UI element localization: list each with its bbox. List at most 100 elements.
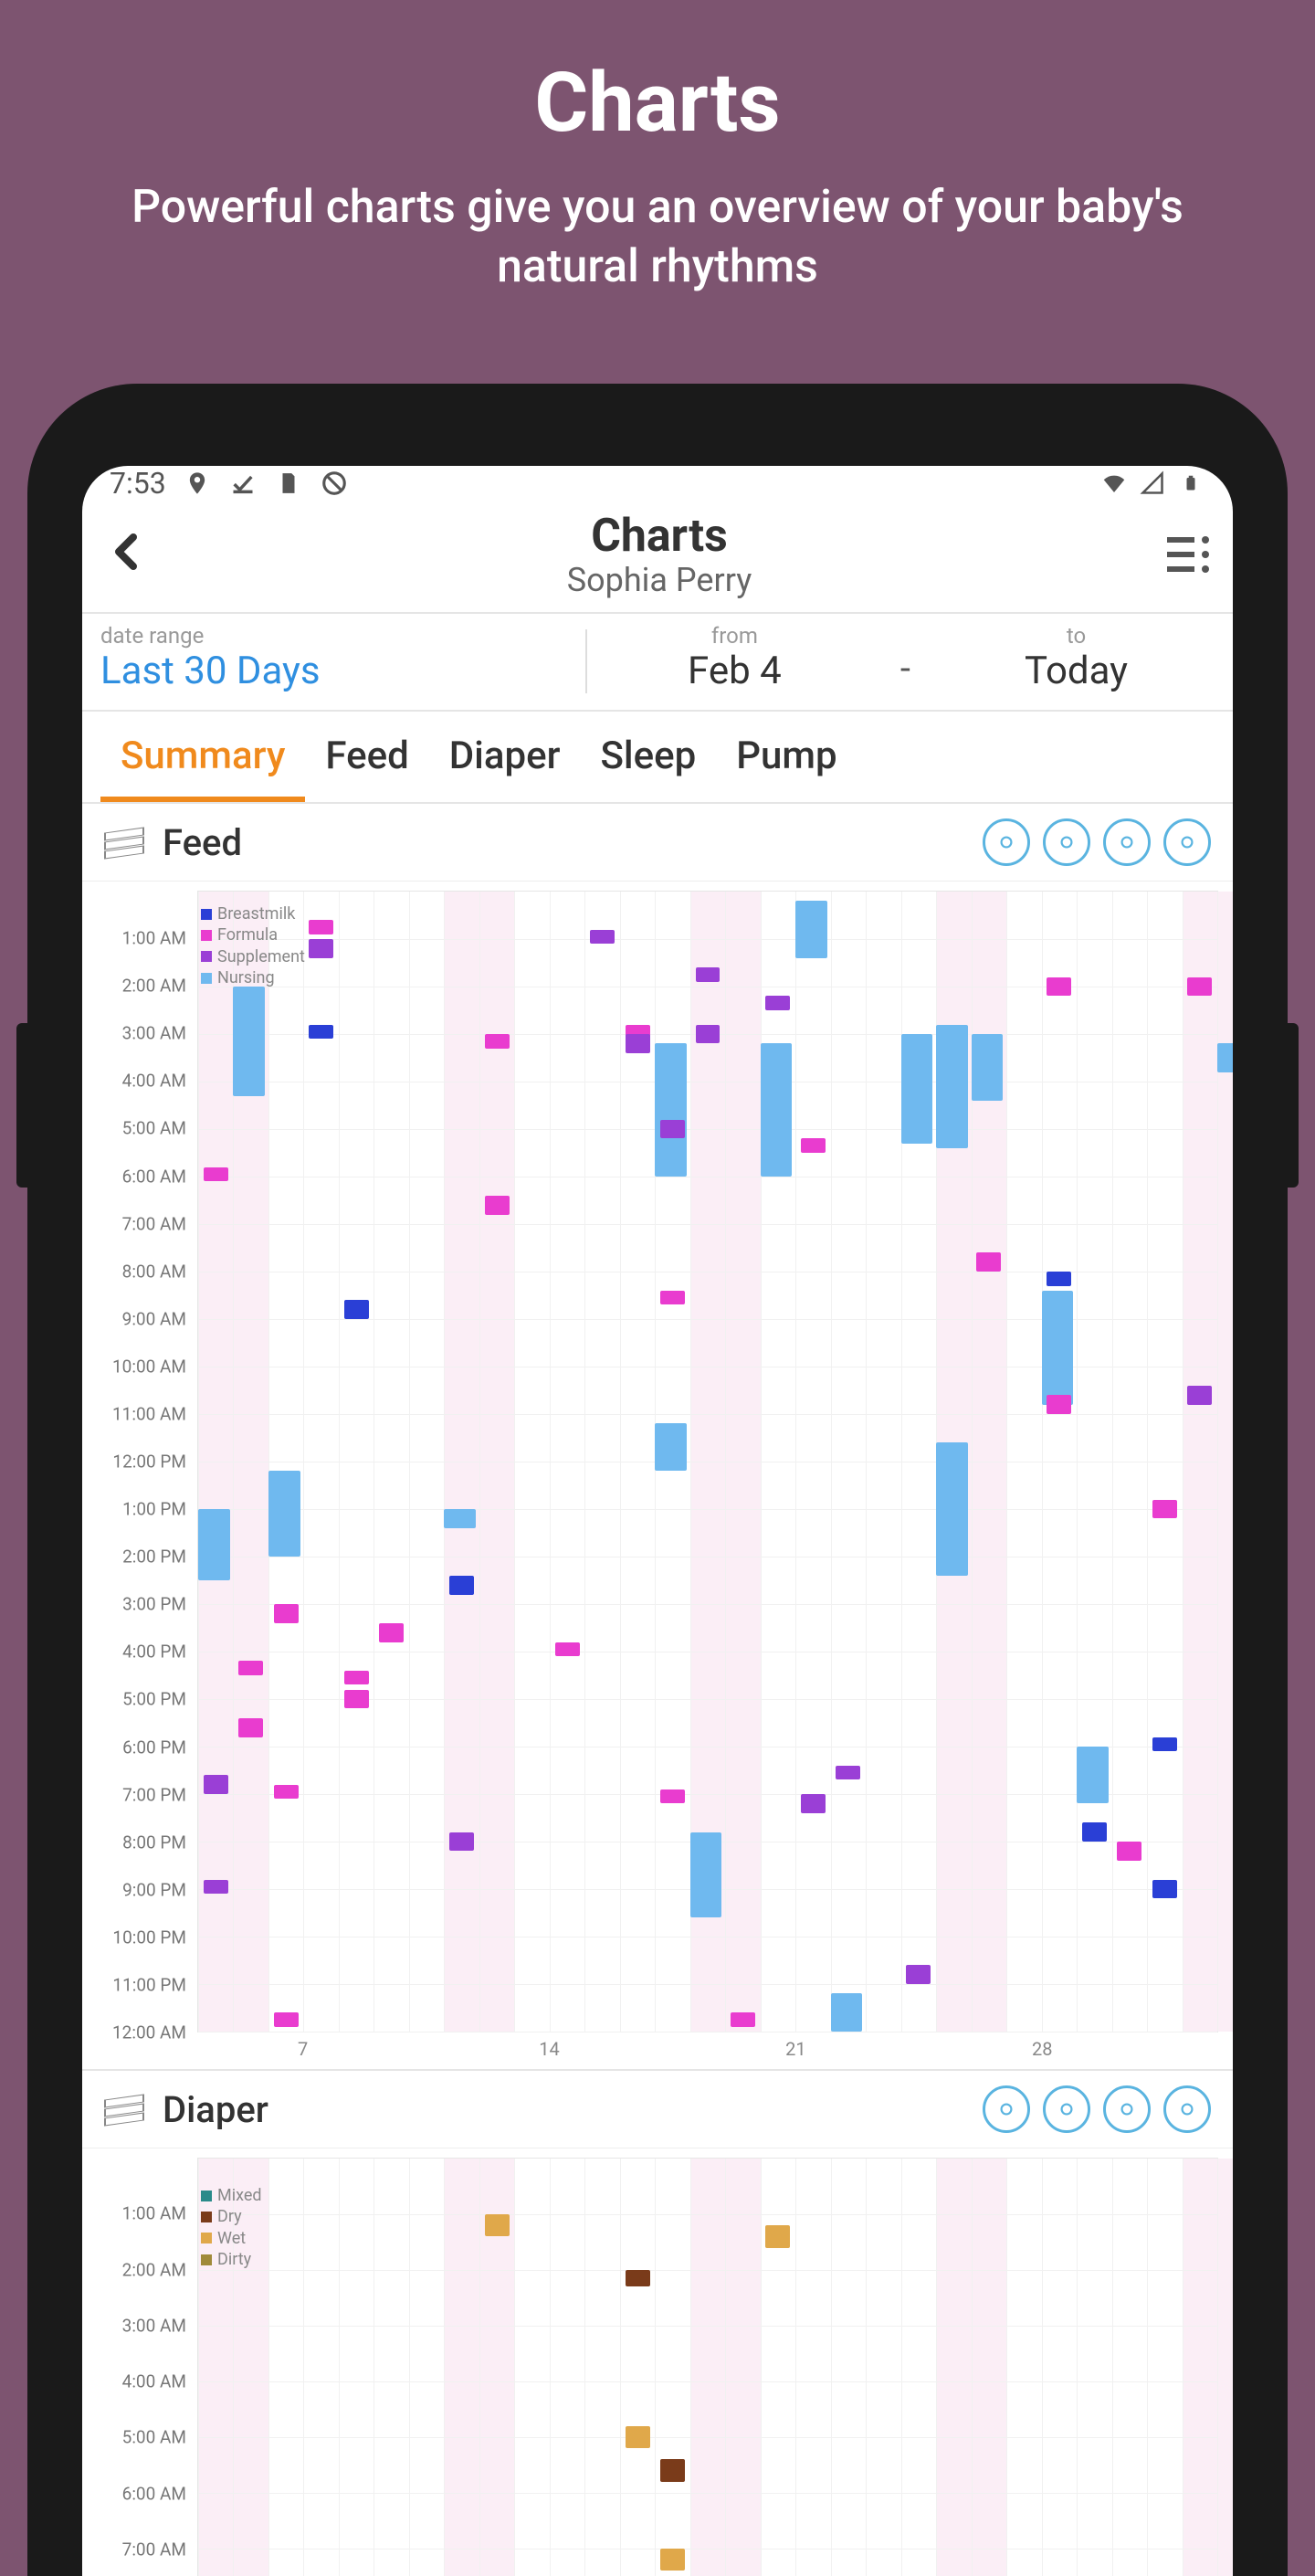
page-title: Charts	[161, 510, 1158, 563]
chart-event	[485, 1034, 510, 1049]
legend-item: Supplement	[201, 946, 305, 967]
layers-icon[interactable]	[104, 822, 144, 862]
poop-icon[interactable]	[983, 2085, 1030, 2133]
date-range-row: date range Last 30 Days from Feb 4 - to …	[82, 614, 1233, 712]
chart-event	[1187, 1386, 1212, 1405]
cell-signal-icon	[1138, 469, 1167, 498]
y-tick: 8:00 PM	[122, 1832, 186, 1853]
chart-event	[444, 1509, 476, 1528]
chart-event	[204, 1775, 228, 1794]
chart-tabs: SummaryFeedDiaperSleepPump	[82, 712, 1233, 804]
chart-event	[449, 1832, 474, 1852]
phone-mock: 7:53	[27, 384, 1288, 2576]
sync-off-icon	[320, 469, 349, 498]
y-tick: 6:00 AM	[122, 2483, 186, 2504]
date-to-selector[interactable]: to Today	[938, 623, 1215, 693]
x-tick: 21	[785, 2038, 805, 2060]
chart-event	[936, 1025, 968, 1148]
x-tick: 28	[1032, 2038, 1052, 2060]
chart-event	[204, 1880, 228, 1895]
y-tick: 5:00 AM	[122, 1118, 186, 1139]
chart-event	[1217, 1043, 1233, 1072]
bottle-icon[interactable]	[1043, 818, 1090, 866]
tab-summary[interactable]: Summary	[100, 712, 305, 802]
drop-outline-icon[interactable]	[1163, 2085, 1211, 2133]
feed-section-title: Feed	[163, 821, 242, 864]
breastmilk-icon[interactable]	[983, 818, 1030, 866]
y-tick: 7:00 AM	[122, 1213, 186, 1234]
chart-event	[696, 1025, 721, 1044]
chart-event	[936, 1442, 968, 1576]
checkmark-icon	[228, 469, 258, 498]
legend-item: Nursing	[201, 967, 305, 988]
tab-pump[interactable]: Pump	[716, 712, 857, 802]
chart-event	[836, 1766, 860, 1780]
tab-sleep[interactable]: Sleep	[580, 712, 716, 802]
chart-event	[765, 996, 790, 1010]
from-label: from	[596, 623, 873, 649]
chart-event	[1117, 1842, 1141, 1861]
chart-event	[309, 920, 333, 934]
tab-diaper[interactable]: Diaper	[429, 712, 581, 802]
diaper-legend: MixedDryWetDirty	[201, 2185, 262, 2271]
layers-icon[interactable]	[104, 2089, 144, 2129]
y-tick: 1:00 PM	[122, 1499, 186, 1520]
y-tick: 1:00 AM	[122, 928, 186, 949]
y-tick: 4:00 AM	[122, 2371, 186, 2392]
chart-event	[344, 1690, 369, 1709]
formula-bottle-icon[interactable]	[1103, 818, 1151, 866]
feed-section: Feed 1:00 AM2:00 AM3:00 AM4:00 AM5:00 AM…	[82, 804, 1233, 2071]
supplement-icon[interactable]	[1163, 818, 1211, 866]
date-range-selector[interactable]: date range Last 30 Days	[100, 623, 576, 693]
diaper-section-title: Diaper	[163, 2088, 268, 2131]
y-tick: 4:00 AM	[122, 1071, 186, 1092]
chart-event	[660, 2549, 685, 2571]
y-tick: 3:00 AM	[122, 2315, 186, 2336]
from-value: Feb 4	[596, 649, 873, 693]
date-from-selector[interactable]: from Feb 4	[596, 623, 873, 693]
chart-event	[204, 1167, 228, 1182]
location-icon	[183, 469, 212, 498]
chart-event	[485, 1196, 510, 1215]
divider	[585, 629, 587, 693]
chart-event	[309, 1025, 333, 1040]
y-tick: 4:00 PM	[122, 1642, 186, 1663]
chart-event	[233, 987, 265, 1096]
y-tick: 11:00 AM	[112, 1403, 186, 1424]
y-tick: 12:00 AM	[112, 2022, 186, 2043]
chart-event	[1047, 1272, 1071, 1286]
tab-feed[interactable]: Feed	[305, 712, 428, 802]
poop-drop-icon[interactable]	[1103, 2085, 1151, 2133]
chart-event	[660, 1291, 685, 1305]
chart-event	[655, 1043, 687, 1177]
menu-button[interactable]	[1158, 536, 1209, 573]
battery-icon	[1176, 469, 1205, 498]
y-tick: 2:00 PM	[122, 1547, 186, 1568]
chart-event	[655, 1423, 687, 1471]
y-tick: 3:00 AM	[122, 1023, 186, 1044]
y-tick: 9:00 AM	[122, 1308, 186, 1329]
chart-event	[1152, 1500, 1177, 1519]
chart-event	[660, 1120, 685, 1139]
feed-legend: BreastmilkFormulaSupplementNursing	[201, 903, 305, 989]
chart-event	[1152, 1737, 1177, 1752]
y-tick: 5:00 PM	[122, 1689, 186, 1710]
chart-event	[309, 939, 333, 958]
chart-event	[198, 1509, 230, 1580]
chart-event	[1077, 1747, 1109, 1803]
date-dash: -	[900, 647, 910, 693]
y-tick: 1:00 AM	[122, 2203, 186, 2224]
legend-item: Dirty	[201, 2249, 262, 2270]
y-tick: 10:00 AM	[112, 1356, 186, 1377]
app-screen: 7:53	[82, 466, 1233, 2576]
chart-event	[485, 2214, 510, 2236]
status-time: 7:53	[110, 466, 166, 501]
date-range-value: Last 30 Days	[100, 649, 576, 693]
diaper-chart: 1:00 AM2:00 AM3:00 AM4:00 AM5:00 AM6:00 …	[82, 2148, 1233, 2576]
chart-event	[238, 1718, 263, 1737]
chart-event	[1152, 1880, 1177, 1899]
drop-icon[interactable]	[1043, 2085, 1090, 2133]
back-button[interactable]	[106, 523, 161, 587]
y-tick: 7:00 PM	[122, 1784, 186, 1805]
y-tick: 12:00 PM	[112, 1452, 186, 1473]
